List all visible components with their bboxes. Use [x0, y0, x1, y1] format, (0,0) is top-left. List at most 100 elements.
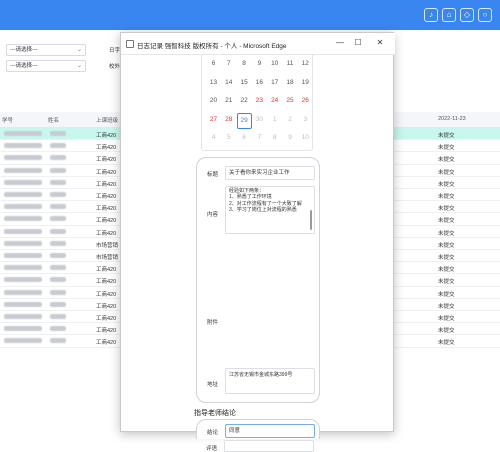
status-cell: 未提交: [438, 145, 455, 152]
class-cell: 工商420: [96, 206, 117, 213]
bell-icon[interactable]: ♪: [424, 8, 438, 22]
class-cell: 工商420: [96, 328, 117, 335]
calendar-day[interactable]: 8: [237, 60, 252, 67]
filter-select-2[interactable]: ---请选择--- ⌄: [6, 60, 86, 72]
chevron-down-icon: ⌄: [76, 63, 82, 69]
student-id-cell: [4, 143, 42, 149]
student-id-cell: [4, 277, 42, 283]
status-cell: 未提交: [438, 267, 455, 274]
calendar-day[interactable]: 24: [267, 97, 282, 104]
filter-select-1-value: ---请选择---: [10, 47, 38, 53]
calendar-day[interactable]: 28: [221, 116, 236, 123]
calendar-day[interactable]: 8: [267, 134, 282, 141]
class-cell: 工商420: [96, 230, 117, 237]
log-form: 标题 关于看你来实习企业工作 内容 经验如下两条： 1、熟悉了工作环境 2、对工…: [196, 157, 320, 403]
class-cell: 工商420: [96, 218, 117, 225]
conclusion-label: 结论: [207, 430, 219, 436]
comment-input[interactable]: [224, 440, 314, 452]
maximize-button[interactable]: ☐: [351, 38, 365, 47]
student-id-cell: [4, 216, 42, 222]
calendar-day[interactable]: 17: [267, 79, 282, 86]
class-cell: 工商420: [96, 181, 117, 188]
title-input[interactable]: 关于看你来实习企业工作: [225, 166, 315, 180]
student-id-cell: [4, 131, 42, 136]
calendar-day[interactable]: 16: [252, 79, 267, 86]
student-id-cell: [4, 204, 42, 210]
status-cell: 未提交: [438, 328, 455, 335]
header-date[interactable]: 2022-11-23: [438, 116, 466, 122]
close-button[interactable]: ✕: [373, 38, 387, 47]
comment-label: 评语: [206, 446, 218, 452]
calendar-day[interactable]: 7: [252, 134, 267, 141]
class-cell: 工商420: [96, 340, 117, 347]
minimize-button[interactable]: —: [333, 38, 347, 47]
title-label: 标题: [207, 172, 219, 178]
status-cell: 未提交: [438, 303, 455, 310]
calendar-day[interactable]: 23: [252, 97, 267, 104]
calendar-day[interactable]: 6: [206, 60, 221, 67]
header-student-id[interactable]: 学号: [2, 116, 13, 124]
calendar-day[interactable]: 10: [298, 134, 313, 141]
calendar-day[interactable]: 9: [252, 60, 267, 67]
calendar-day[interactable]: 1: [267, 116, 282, 123]
student-id-cell: [4, 301, 42, 307]
student-name-cell: [50, 192, 66, 197]
student-name-cell: [50, 131, 66, 136]
student-id-cell: [4, 228, 42, 234]
calendar-day[interactable]: 12: [298, 60, 313, 67]
user-icon[interactable]: ○: [478, 8, 492, 22]
header-name[interactable]: 姓名: [48, 116, 59, 124]
calendar-day[interactable]: 26: [298, 97, 313, 104]
class-cell: 工商420: [96, 133, 117, 139]
conclusion-select[interactable]: 同意: [225, 424, 315, 438]
status-cell: 未提交: [438, 218, 455, 225]
calendar-day[interactable]: 5: [221, 134, 236, 141]
address-input[interactable]: 江苏省无锡市金城东路399号: [225, 368, 315, 394]
calendar-day[interactable]: 6: [237, 134, 252, 141]
status-cell: 未提交: [438, 194, 455, 200]
calendar-day[interactable]: 27: [206, 116, 221, 123]
class-cell: 市场营销: [96, 255, 119, 261]
calendar-day[interactable]: 7: [221, 60, 236, 67]
calendar-day[interactable]: 14: [221, 79, 236, 86]
filter-label-1: 日字: [109, 48, 121, 54]
top-navigation-bar: ♪ ⌂ ◇ ○: [0, 0, 500, 30]
content-scrollbar[interactable]: [310, 210, 312, 230]
shield-icon[interactable]: ◇: [460, 8, 474, 22]
student-id-cell: [4, 289, 42, 295]
attachment-label: 附件: [207, 320, 219, 326]
student-name-cell: [50, 338, 66, 344]
calendar-day[interactable]: 21: [221, 97, 236, 104]
class-cell: 工商420: [96, 157, 117, 164]
filter-select-1[interactable]: ---请选择--- ⌄: [6, 44, 86, 56]
status-cell: 未提交: [438, 316, 455, 322]
status-cell: 未提交: [438, 169, 455, 176]
filter-select-2-value: ---请选择---: [10, 63, 38, 69]
calendar-day[interactable]: 18: [283, 79, 298, 86]
calendar-day[interactable]: 2: [283, 116, 298, 123]
content-textarea[interactable]: 经验如下两条： 1、熟悉了工作环境 2、对工作流程有了一个大致了解 3、学习了岗…: [225, 186, 315, 234]
calendar-day[interactable]: 13: [206, 79, 221, 86]
calendar-day[interactable]: 4: [206, 134, 221, 141]
calendar-day[interactable]: 3: [298, 116, 313, 123]
calendar-day[interactable]: 30: [252, 116, 267, 123]
calendar-day[interactable]: 10: [267, 60, 282, 67]
calendar-day[interactable]: 19: [298, 79, 313, 86]
class-cell: 市场营销: [96, 242, 119, 249]
header-class[interactable]: 上课班级: [96, 116, 118, 124]
window-titlebar: 日志记录 强智科技 版权所有 - 个人 - Microsoft Edge — ☐…: [121, 33, 395, 55]
home-icon[interactable]: ⌂: [442, 8, 456, 22]
status-cell: 未提交: [438, 279, 455, 286]
class-cell: 工商420: [96, 169, 117, 176]
student-name-cell: [50, 167, 66, 173]
calendar-day[interactable]: 25: [283, 97, 298, 104]
class-cell: 工商420: [96, 145, 117, 152]
calendar-day[interactable]: 9: [283, 134, 298, 141]
calendar-day[interactable]: 29: [236, 112, 252, 129]
class-cell: 工商420: [96, 279, 117, 286]
calendar-day[interactable]: 11: [283, 60, 298, 67]
student-id-cell: [4, 240, 42, 246]
calendar-day[interactable]: 20: [206, 97, 221, 104]
calendar-day[interactable]: 22: [237, 97, 252, 104]
calendar-day[interactable]: 15: [237, 79, 252, 86]
